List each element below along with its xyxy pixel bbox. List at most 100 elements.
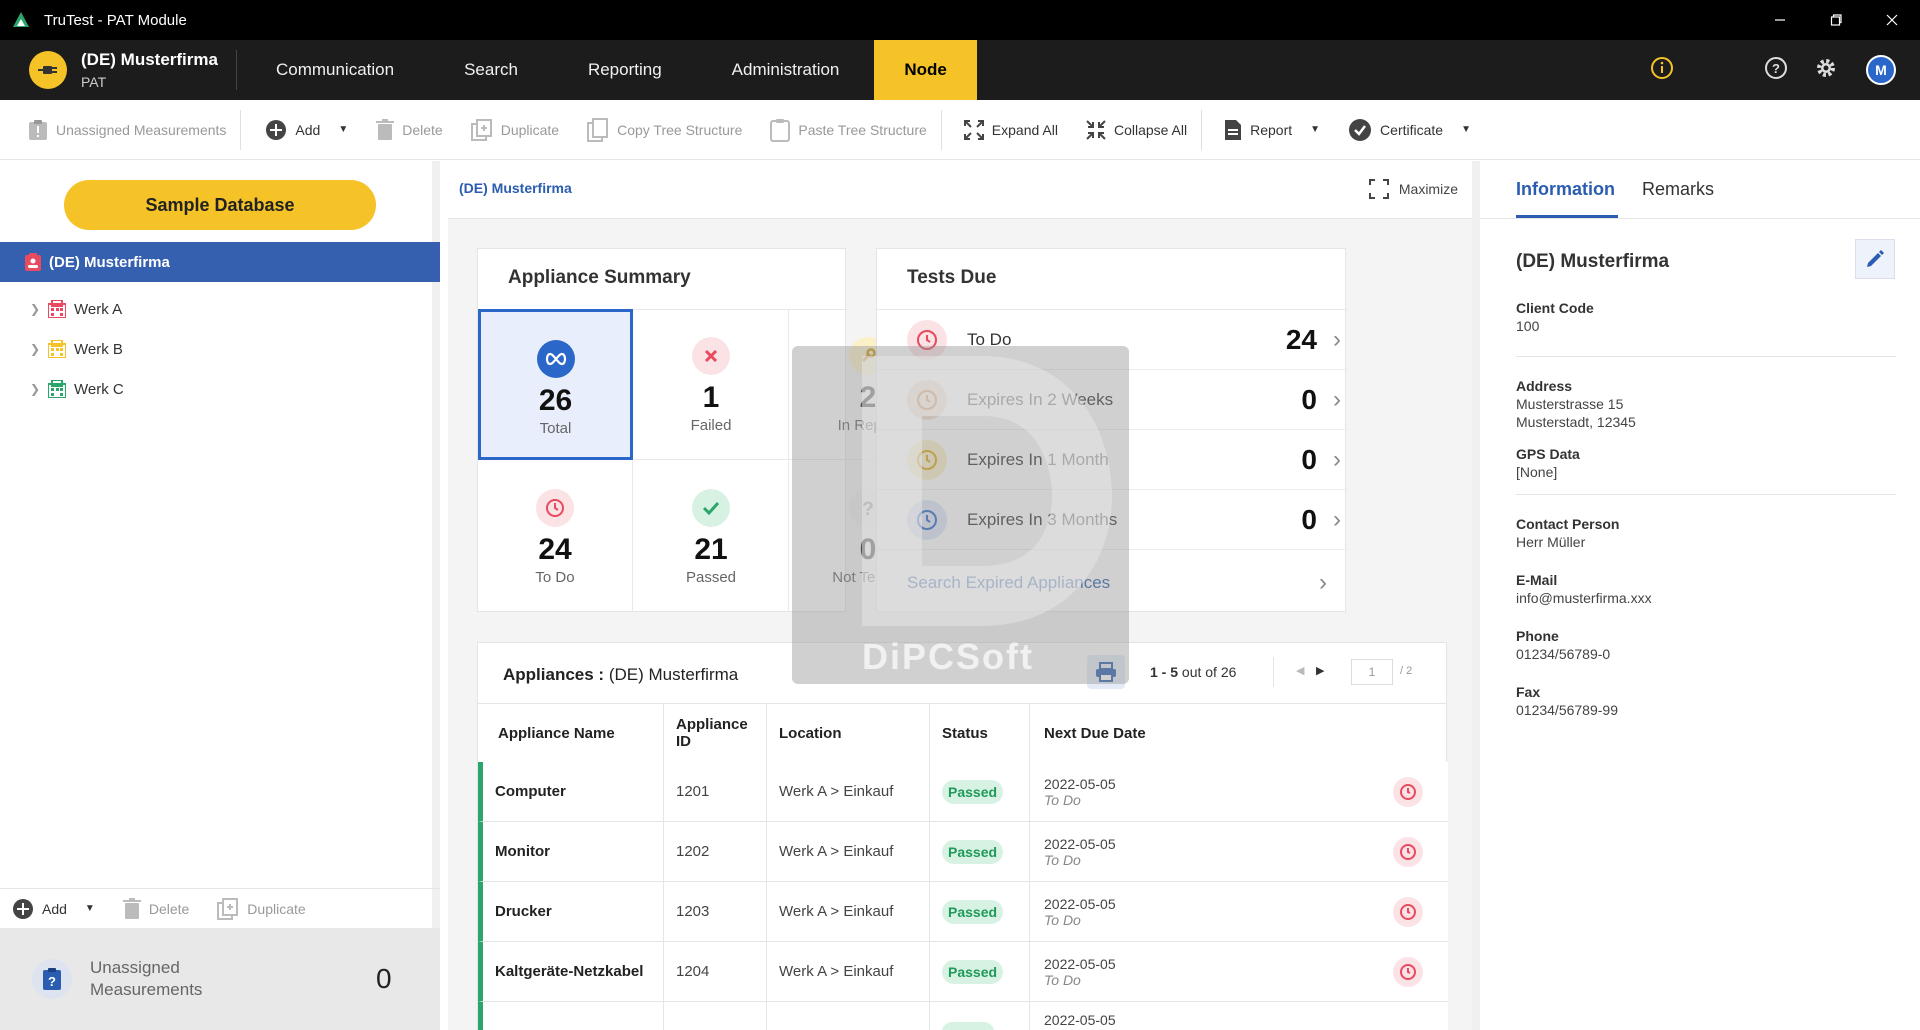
nav-node[interactable]: Node	[874, 40, 977, 100]
edit-button[interactable]	[1855, 239, 1895, 279]
restore-button[interactable]	[1808, 0, 1864, 40]
certificate-button[interactable]: Certificate ▼	[1334, 100, 1485, 160]
chevron-right-icon[interactable]: ›	[1333, 326, 1341, 354]
due-row-3-months[interactable]: Expires In 3 Months 0 ›	[877, 490, 1347, 550]
report-button[interactable]: Report ▼	[1202, 100, 1334, 160]
table-row[interactable]: 2022-05-05	[478, 1002, 1448, 1030]
duplicate-button[interactable]: Duplicate	[457, 100, 573, 160]
help-icon[interactable]: ?	[1764, 56, 1788, 85]
maximize-button[interactable]: Maximize	[1368, 179, 1458, 199]
tree-node-werk-a[interactable]: ❯ Werk A	[0, 289, 440, 329]
status-badge: Passed	[942, 839, 1004, 864]
column-header-next-due[interactable]: Next Due Date	[1030, 704, 1446, 762]
building-icon	[48, 340, 66, 358]
chevron-right-icon[interactable]: ›	[1333, 386, 1341, 414]
column-header-location[interactable]: Location	[767, 704, 930, 762]
nav-search[interactable]: Search	[429, 40, 553, 100]
table-row[interactable]: Kaltgeräte-Netzkabel 1204 Werk A > Einka…	[478, 942, 1448, 1002]
avatar[interactable]: M	[1866, 55, 1896, 85]
table-row[interactable]: Monitor 1202 Werk A > Einkauf Passed 202…	[478, 822, 1448, 882]
chevron-down-icon[interactable]: ▼	[85, 903, 95, 914]
main-nav: Communication Search Reporting Administr…	[241, 40, 977, 100]
tests-due-title: Tests Due	[907, 267, 997, 288]
column-header-status[interactable]: Status	[930, 704, 1030, 762]
unassigned-measurements-panel[interactable]: ? Unassigned Measurements 0	[0, 928, 440, 1030]
status-badge	[942, 1021, 994, 1030]
tree-duplicate-button[interactable]: Duplicate	[203, 889, 319, 929]
nav-communication[interactable]: Communication	[241, 40, 429, 100]
tree-add-button[interactable]: Add ▼	[0, 889, 109, 929]
tree-root-node[interactable]: (DE) Musterfirma	[0, 242, 440, 282]
table-row[interactable]: Computer 1201 Werk A > Einkauf Passed 20…	[478, 762, 1448, 822]
copy-tree-icon	[587, 117, 609, 142]
paste-tree-structure-button[interactable]: Paste Tree Structure	[756, 100, 940, 160]
duplicate-icon	[470, 118, 492, 141]
page-number-input[interactable]: 1	[1351, 659, 1393, 685]
summary-total[interactable]: 26 Total	[478, 309, 633, 460]
module-name: PAT	[81, 74, 107, 90]
status-badge: Passed	[942, 959, 1004, 984]
chevron-down-icon[interactable]: ▼	[1461, 124, 1471, 135]
due-row-2-weeks[interactable]: Expires In 2 Weeks 0 ›	[877, 370, 1347, 430]
clipboard-alert-icon	[29, 119, 47, 140]
chevron-right-icon[interactable]: ❯	[30, 382, 48, 396]
field-email: E-Mail info@musterfirma.xxx	[1516, 572, 1652, 606]
chevron-right-icon[interactable]: ❯	[30, 342, 48, 356]
paging-info: 1 - 5 out of 26	[1150, 664, 1237, 680]
due-row-1-month[interactable]: Expires In 1 Month 0 ›	[877, 430, 1347, 490]
tab-information[interactable]: Information	[1516, 179, 1615, 200]
collapse-all-button[interactable]: Collapse All	[1072, 100, 1201, 160]
search-expired-appliances-link[interactable]: Search Expired Appliances ›	[907, 569, 1327, 597]
svg-text:?: ?	[862, 499, 874, 518]
nav-administration[interactable]: Administration	[697, 40, 875, 100]
field-fax: Fax 01234/56789-99	[1516, 684, 1618, 718]
plus-circle-icon	[13, 898, 33, 919]
close-button[interactable]	[1864, 0, 1920, 40]
summary-to-do[interactable]: 24 To Do	[478, 461, 633, 612]
gear-icon[interactable]	[1814, 56, 1838, 85]
chevron-down-icon[interactable]: ▼	[1310, 124, 1320, 135]
active-tab-indicator	[1516, 215, 1618, 218]
copy-tree-structure-button[interactable]: Copy Tree Structure	[573, 100, 756, 160]
collapse-icon	[1086, 119, 1106, 140]
breadcrumb-bar: (DE) Musterfirma Maximize	[448, 161, 1472, 219]
breadcrumb[interactable]: (DE) Musterfirma	[459, 180, 572, 196]
tree-delete-button[interactable]: Delete	[109, 889, 203, 929]
summary-passed[interactable]: 21 Passed	[634, 461, 789, 612]
field-address: Address Musterstrasse 15 Musterstadt, 12…	[1516, 378, 1636, 430]
chevron-right-icon[interactable]: ›	[1333, 446, 1341, 474]
tree-node-werk-b[interactable]: ❯ Werk B	[0, 329, 440, 369]
nav-reporting[interactable]: Reporting	[553, 40, 697, 100]
tab-remarks[interactable]: Remarks	[1642, 179, 1714, 200]
expand-icon	[963, 119, 984, 140]
prev-page-button[interactable]: ◀	[1296, 664, 1304, 677]
sample-database-button[interactable]: Sample Database	[64, 180, 376, 230]
column-header-id[interactable]: Appliance ID	[664, 704, 767, 762]
node-overview: (DE) Musterfirma Maximize Appliance Summ…	[448, 161, 1472, 1030]
company-selector[interactable]: (DE) Musterfirma PAT	[81, 50, 218, 90]
chevron-right-icon[interactable]: ›	[1333, 506, 1341, 534]
add-button[interactable]: Add ▼	[241, 100, 362, 160]
header-divider	[235, 50, 237, 90]
expand-all-button[interactable]: Expand All	[942, 100, 1072, 160]
node-name: (DE) Musterfirma	[1516, 251, 1670, 272]
title-bar: TruTest - PAT Module	[0, 0, 1920, 40]
tree-node-werk-c[interactable]: ❯ Werk C	[0, 369, 440, 409]
info-icon[interactable]	[1650, 56, 1674, 85]
summary-failed[interactable]: 1 Failed	[634, 309, 789, 460]
divider	[1516, 494, 1896, 495]
table-row[interactable]: Drucker 1203 Werk A > Einkauf Passed 202…	[478, 882, 1448, 942]
due-row-to-do[interactable]: To Do 24 ›	[877, 310, 1347, 370]
plug-icon[interactable]	[29, 51, 67, 89]
chevron-right-icon[interactable]: ❯	[30, 302, 48, 316]
appliances-table-body: Computer 1201 Werk A > Einkauf Passed 20…	[478, 762, 1448, 1030]
maximize-icon	[1368, 179, 1389, 199]
next-page-button[interactable]: ▶	[1316, 664, 1324, 677]
column-header-name[interactable]: Appliance Name	[478, 704, 664, 762]
print-button[interactable]	[1087, 655, 1125, 689]
delete-button[interactable]: Delete	[362, 100, 456, 160]
minimize-button[interactable]	[1752, 0, 1808, 40]
unassigned-measurements-button[interactable]: Unassigned Measurements	[0, 100, 240, 160]
chevron-down-icon[interactable]: ▼	[338, 124, 348, 135]
unassigned-label-line2: Measurements	[90, 980, 203, 999]
